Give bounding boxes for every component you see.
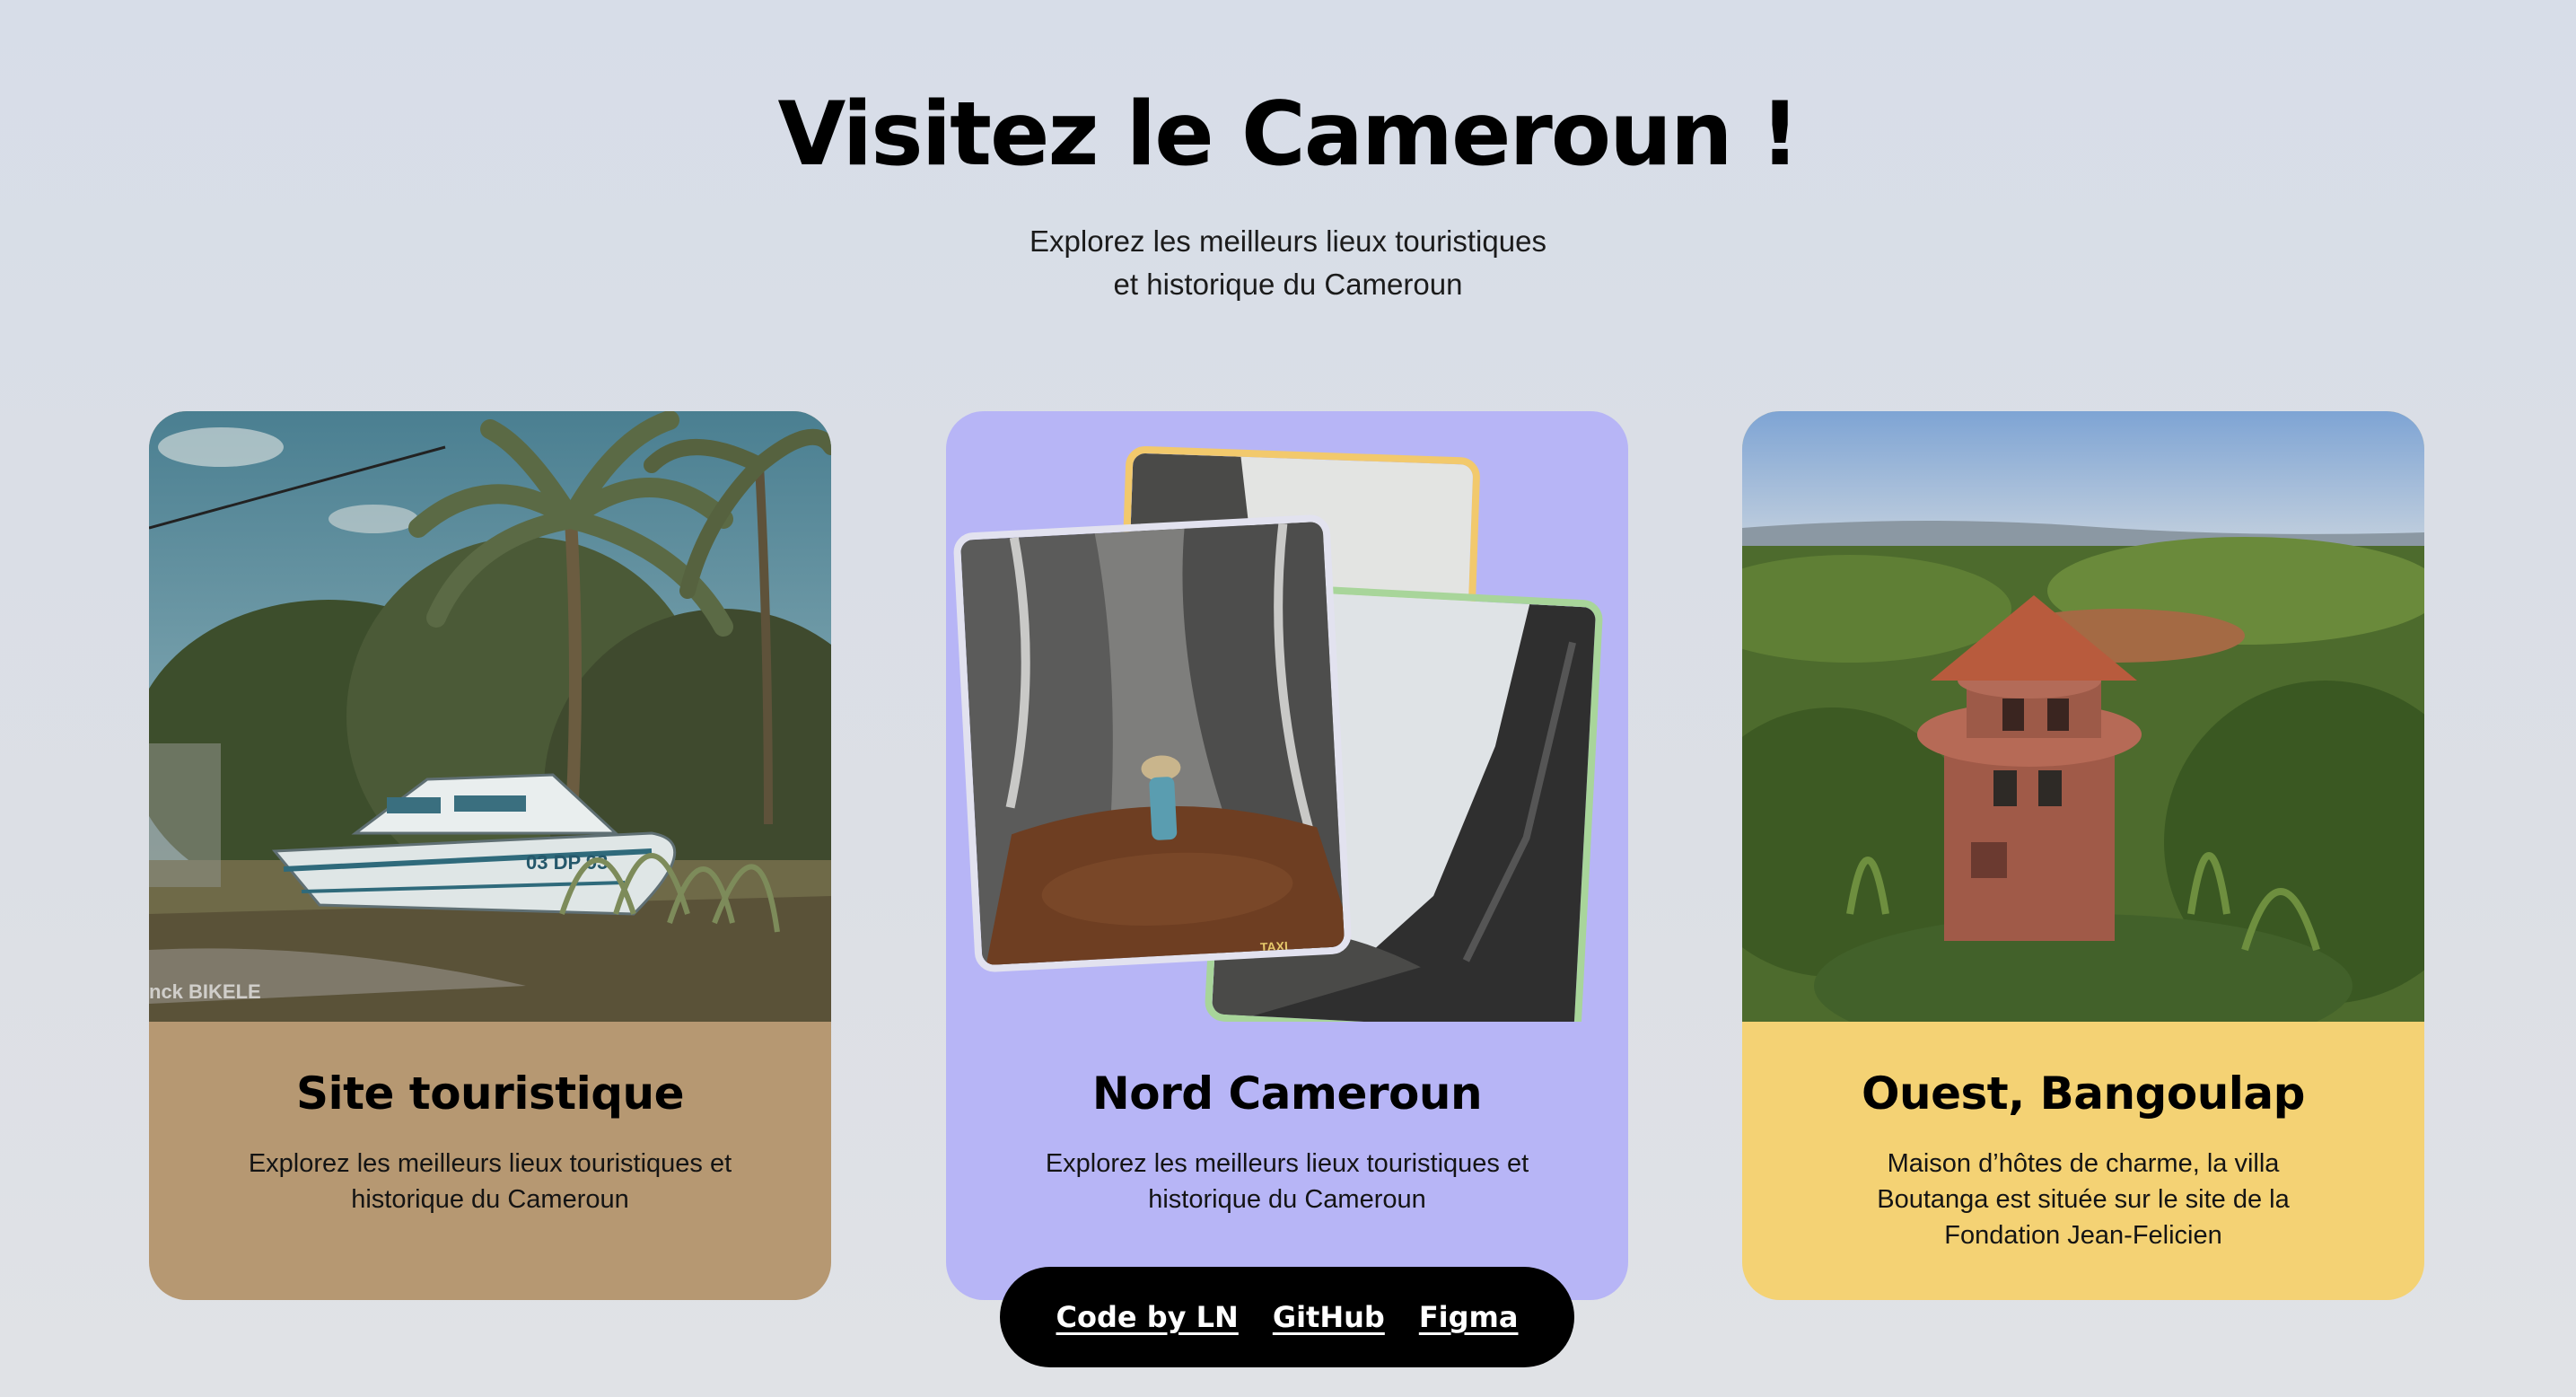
villa-boutanga-illustration <box>1742 411 2424 1022</box>
card-title: Nord Cameroun <box>1091 1068 1483 1120</box>
github-link[interactable]: GitHub <box>1273 1300 1385 1334</box>
card-body: Nord Cameroun Explorez les meilleurs lie… <box>946 1022 1628 1300</box>
card-image-villa <box>1742 411 2424 1022</box>
card-body: Site touristique Explorez les meilleurs … <box>149 1022 831 1300</box>
card-image-boat-palms: 03 DP 93 nck BIKELE <box>149 411 831 1022</box>
page-subtitle-line-2: et historique du Cameroun <box>1113 268 1463 301</box>
boat-palms-illustration: 03 DP 93 <box>149 411 831 1022</box>
card-description: Maison d’hôtes de charme, la villa Bouta… <box>1877 1149 2290 1250</box>
card-description: Explorez les meilleurs lieux touristique… <box>248 1149 732 1214</box>
page-header: Visitez le Cameroun ! Explorez les meill… <box>0 85 2576 306</box>
page-subtitle-line-1: Explorez les meilleurs lieux touristique… <box>1030 224 1546 258</box>
card-title: Site touristique <box>295 1068 685 1120</box>
card-image-collage: TAXI <box>946 411 1628 1022</box>
slot-canyon-hiker-photo: TAXI <box>959 520 1353 973</box>
photo-caption: TAXI <box>1260 938 1289 954</box>
card-description: Explorez les meilleurs lieux touristique… <box>1045 1149 1529 1214</box>
card-title: Ouest, Bangoulap <box>1862 1068 2305 1120</box>
card-nord-cameroun[interactable]: TAXI Nord Cameroun Explorez les meilleur… <box>946 411 1628 1300</box>
page-title: Visitez le Cameroun ! <box>777 83 1801 186</box>
figma-link[interactable]: Figma <box>1419 1300 1519 1334</box>
card-ouest-bangoulap[interactable]: Ouest, Bangoulap Maison d’hôtes de charm… <box>1742 411 2424 1300</box>
card-site-touristique[interactable]: 03 DP 93 nck BIKELE Site touristique Exp… <box>149 411 831 1300</box>
code-by-ln-link[interactable]: Code by LN <box>1056 1300 1239 1334</box>
page-subtitle: Explorez les meilleurs lieux touristique… <box>0 220 2576 306</box>
footer-links-bar: Code by LN GitHub Figma <box>1000 1267 1574 1367</box>
photo-watermark: nck BIKELE <box>149 980 261 1003</box>
card-body: Ouest, Bangoulap Maison d’hôtes de charm… <box>1742 1022 2424 1300</box>
photo-white-frame: TAXI <box>952 514 1353 973</box>
